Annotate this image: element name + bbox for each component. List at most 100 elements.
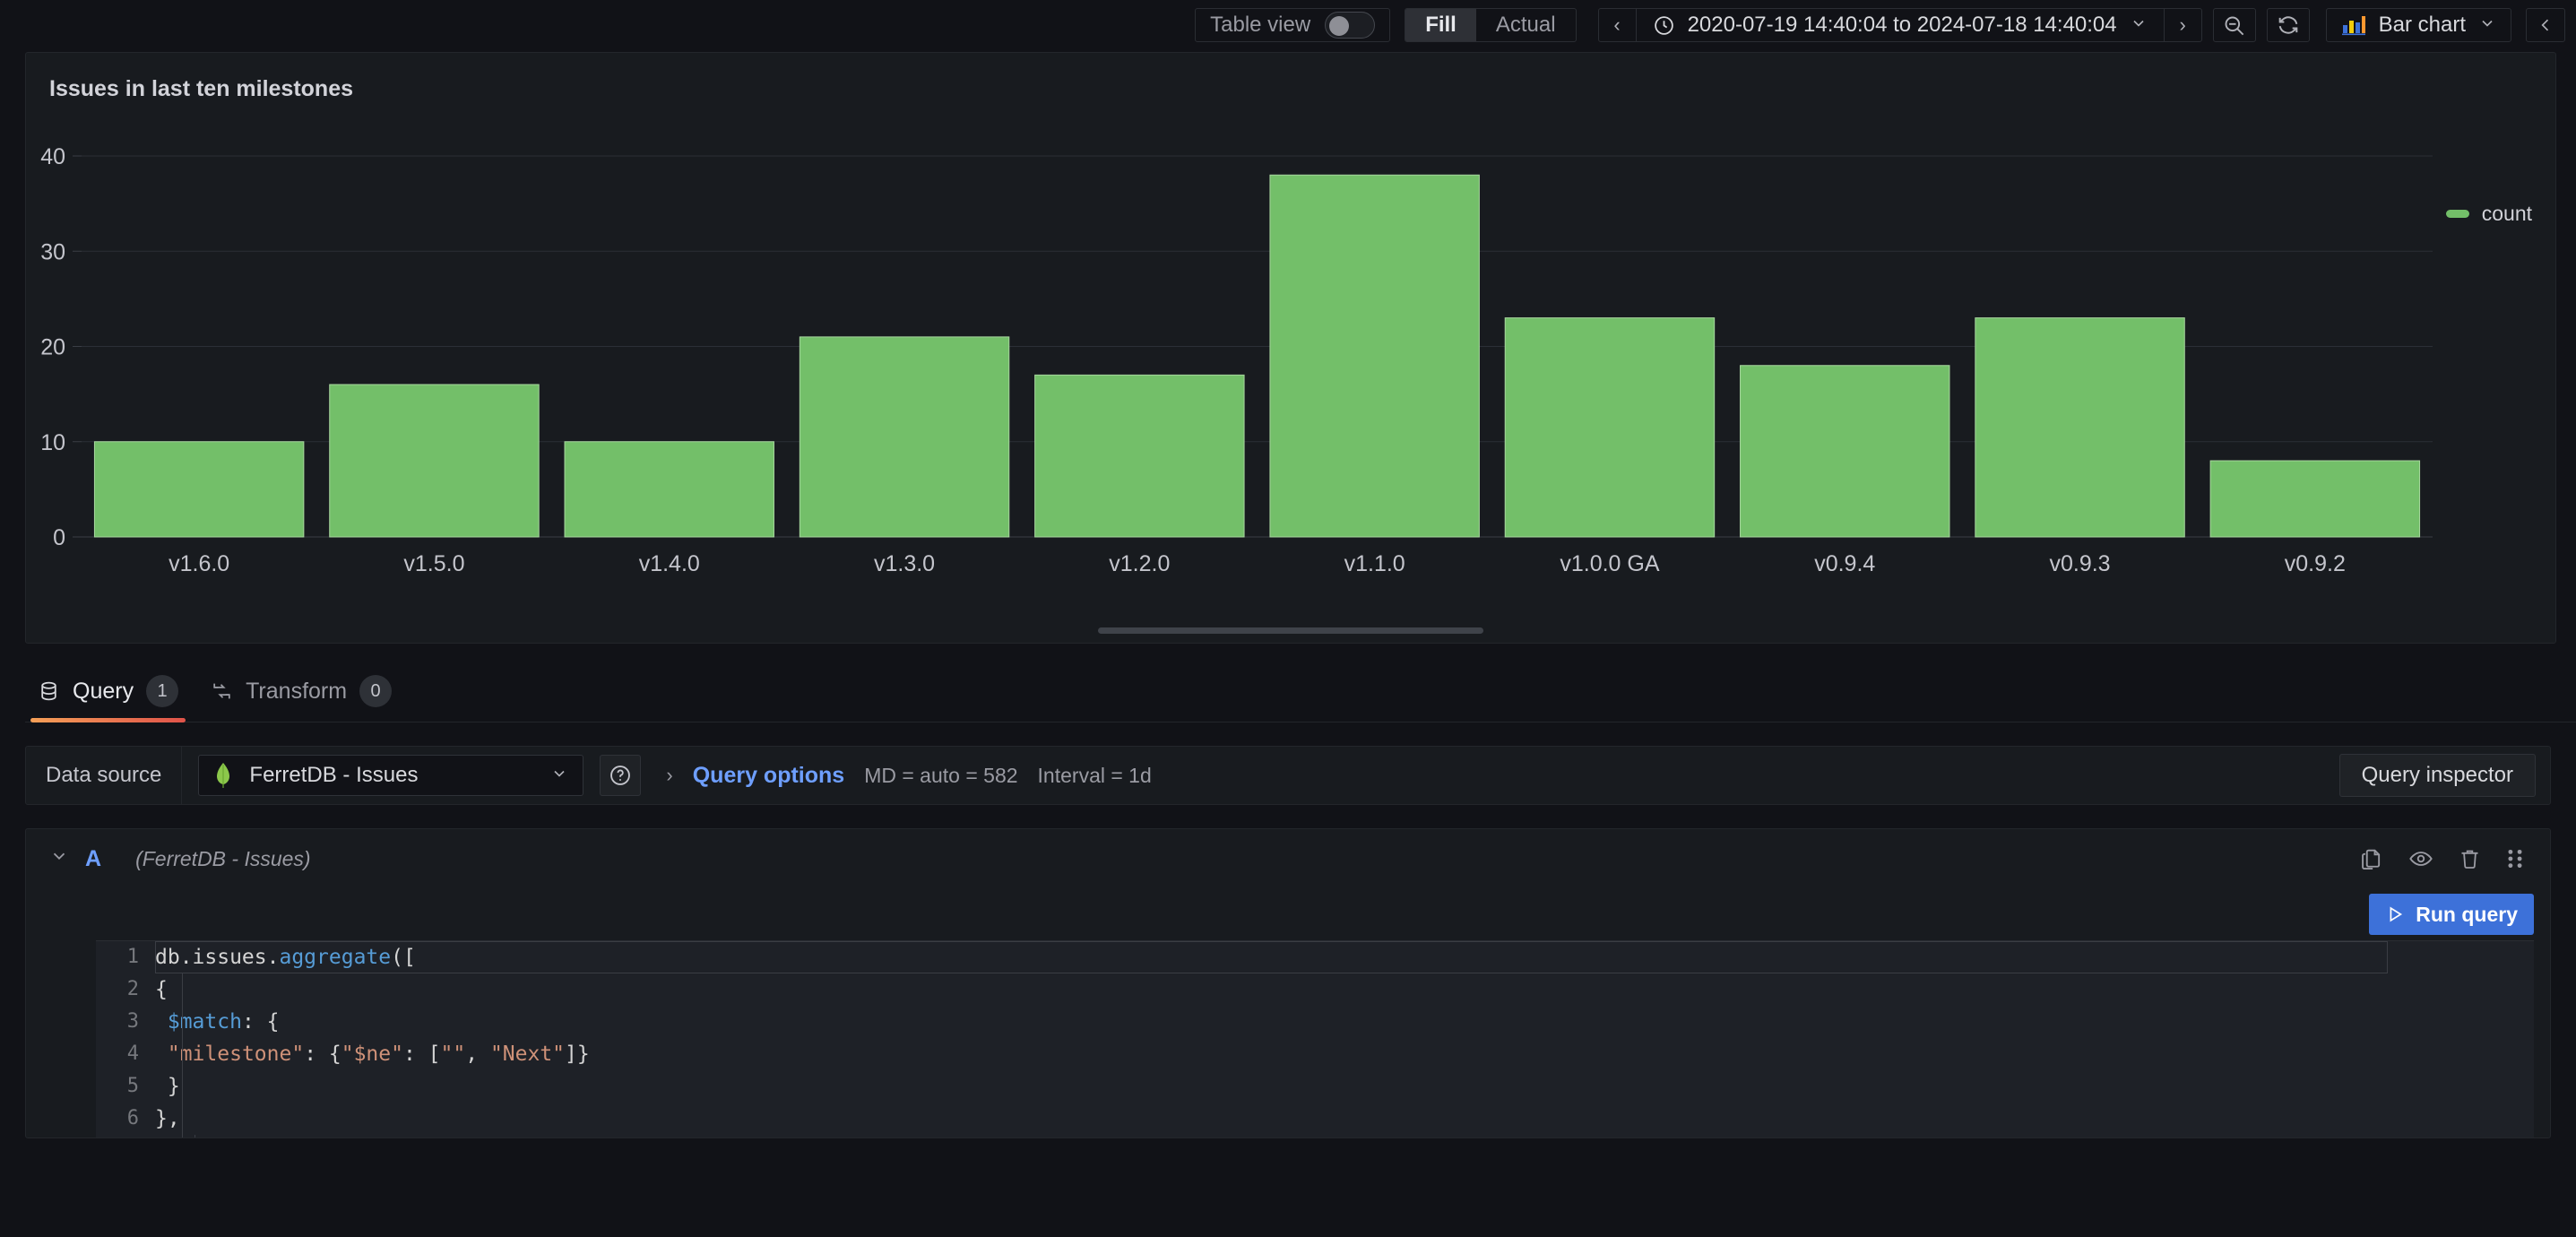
code-text: } (155, 1075, 180, 1098)
bar[interactable] (799, 336, 1010, 538)
table-view-switch-knob (1329, 16, 1350, 36)
query-row-actions (2359, 846, 2532, 871)
bar[interactable] (564, 441, 774, 538)
actual-button[interactable]: Actual (1476, 9, 1576, 41)
tab-query[interactable]: Query 1 (25, 675, 198, 722)
datasource-picker[interactable]: FerretDB - Issues (198, 755, 584, 796)
run-query-row: Run query (26, 888, 2550, 940)
time-shift-back-icon[interactable]: ‹ (1599, 9, 1637, 41)
indent-guide (194, 1135, 195, 1138)
fill-actual-segment: Fill Actual (1405, 8, 1577, 42)
bar[interactable] (1740, 365, 1950, 538)
viz-chevron-down-icon (2478, 14, 2496, 37)
x-axis-tick-label: v1.6.0 (169, 551, 229, 576)
datasource-label: Data source (26, 747, 183, 804)
run-query-button[interactable]: Run query (2369, 894, 2534, 935)
panel-horizontal-scrollbar[interactable] (1098, 627, 1483, 634)
code-text: }, (155, 1107, 180, 1130)
question-circle-icon (610, 766, 631, 785)
x-axis-tick-label: v1.0.0 GA (1560, 551, 1659, 576)
code-lines: 1+db.issues.aggregate([2{3 $match: {4 "m… (96, 941, 2534, 1138)
code-line[interactable]: 6}, (96, 1103, 2534, 1135)
time-range-button[interactable]: 2020-07-19 14:40:04 to 2024-07-18 14:40:… (1637, 9, 2164, 41)
time-range-picker: ‹ 2020-07-19 14:40:04 to 2024-07-18 14:4… (1597, 8, 2202, 42)
collapse-options-pane-button[interactable] (2526, 8, 2565, 42)
tab-transform[interactable]: Transform 0 (198, 675, 411, 722)
bar[interactable] (93, 441, 305, 538)
code-text: $match: { (167, 1010, 280, 1034)
bottom-pane-tabs: Query 1 Transform 0 (25, 665, 2576, 722)
code-line[interactable]: 4 "milestone": {"$ne": ["", "Next"]} (96, 1038, 2534, 1070)
line-number: 7 (96, 1135, 155, 1138)
interval-value: Interval = 1d (1037, 763, 1152, 787)
panel-title: Issues in last ten milestones (49, 76, 354, 101)
y-axis-tick-label: 10 (40, 430, 65, 455)
table-view-toggle[interactable]: Table view (1195, 8, 1391, 42)
datasource-chevron-down-icon (550, 765, 568, 787)
panel-edit-toolbar: Table view Fill Actual ‹ 2020-07-19 14:4… (0, 0, 2576, 50)
line-number: 4 (126, 1042, 139, 1065)
refresh-icon (2278, 16, 2297, 34)
code-line[interactable]: 7 { (96, 1135, 2534, 1138)
x-axis-tick-label: v0.9.3 (2049, 551, 2110, 576)
query-options-label[interactable]: Query options (693, 763, 844, 789)
zoom-out-time-range-button[interactable] (2212, 8, 2256, 42)
code-line[interactable]: 1+ db.issues.aggregate([ (96, 941, 2534, 973)
trash-icon[interactable] (2458, 846, 2482, 871)
code-line[interactable]: 3 $match: { (96, 1006, 2534, 1038)
datasource-help-button[interactable] (600, 755, 642, 796)
bar[interactable] (1975, 317, 2185, 538)
line-number: 1+ (126, 946, 139, 968)
visualization-name: Bar chart (2378, 13, 2466, 37)
copy-icon[interactable] (2359, 846, 2384, 871)
x-axis-tick-label: v1.1.0 (1344, 551, 1405, 576)
table-view-switch[interactable] (1325, 12, 1376, 39)
bar[interactable] (329, 384, 540, 538)
tab-transform-label: Transform (246, 678, 348, 704)
code-text: db.issues.aggregate([ (155, 941, 2388, 973)
chevron-down-icon (2130, 14, 2148, 37)
query-inspector-button[interactable]: Query inspector (2338, 754, 2536, 797)
bar[interactable] (2209, 460, 2421, 538)
bar[interactable] (1034, 374, 1245, 538)
x-axis-tick-label: v1.4.0 (639, 551, 700, 576)
datasource-row: Data source FerretDB - Issues › Query op… (25, 746, 2551, 805)
transform-icon (211, 679, 233, 703)
play-icon (2390, 906, 2403, 922)
y-axis-tick-label: 40 (40, 144, 65, 169)
x-axis-tick-label: v0.9.4 (1814, 551, 1875, 576)
eye-icon[interactable] (2407, 846, 2434, 871)
code-text: { (155, 1135, 193, 1138)
ferretdb-leaf-icon (217, 763, 230, 788)
database-icon (38, 679, 60, 703)
bar-chart-icon (2341, 16, 2365, 36)
code-line[interactable]: 2{ (96, 973, 2534, 1006)
datasource-selected-name: FerretDB - Issues (249, 763, 419, 787)
y-axis-tick-label: 30 (40, 239, 65, 264)
x-axis-tick-label: v1.5.0 (403, 551, 464, 576)
time-shift-forward-icon[interactable]: › (2163, 9, 2201, 41)
code-line[interactable]: 5 } (96, 1070, 2534, 1103)
query-code-editor[interactable]: 1+db.issues.aggregate([2{3 $match: {4 "m… (96, 940, 2534, 1138)
query-row-collapse-icon[interactable] (44, 846, 74, 871)
chevron-left-icon (2541, 19, 2549, 31)
bar[interactable] (1504, 317, 1716, 538)
fill-button[interactable]: Fill (1405, 9, 1476, 41)
query-datasource-note: (FerretDB - Issues) (135, 846, 311, 870)
query-options-expand-icon[interactable]: › (666, 764, 672, 787)
bar-chart-plot-area[interactable]: 0 10 20 30 40 v1.6.0 v1.5.0 v1.4.0 v1.3.0 v1.2.0 v… (26, 125, 2555, 643)
query-row-header: A (FerretDB - Issues) (26, 829, 2550, 888)
y-axis-tick-label: 20 (40, 335, 65, 360)
drag-handle-icon[interactable] (2505, 846, 2525, 871)
line-number: 3 (126, 1010, 139, 1033)
visualization-picker[interactable]: Bar chart (2325, 8, 2511, 42)
clock-icon (1654, 15, 1673, 35)
time-range-text: 2020-07-19 14:40:04 to 2024-07-18 14:40:… (1687, 13, 2117, 37)
tab-query-label: Query (73, 678, 134, 704)
query-ref-id[interactable]: A (85, 846, 101, 872)
refresh-dashboard-button[interactable] (2266, 8, 2310, 42)
run-query-label: Run query (2416, 902, 2518, 926)
bar[interactable] (1269, 174, 1480, 538)
line-number: 6 (126, 1107, 139, 1129)
bar-chart-svg: 0 10 20 30 40 v1.6.0 v1.5.0 v1.4.0 v1.3.0 v1.2.0 v… (40, 144, 2433, 576)
